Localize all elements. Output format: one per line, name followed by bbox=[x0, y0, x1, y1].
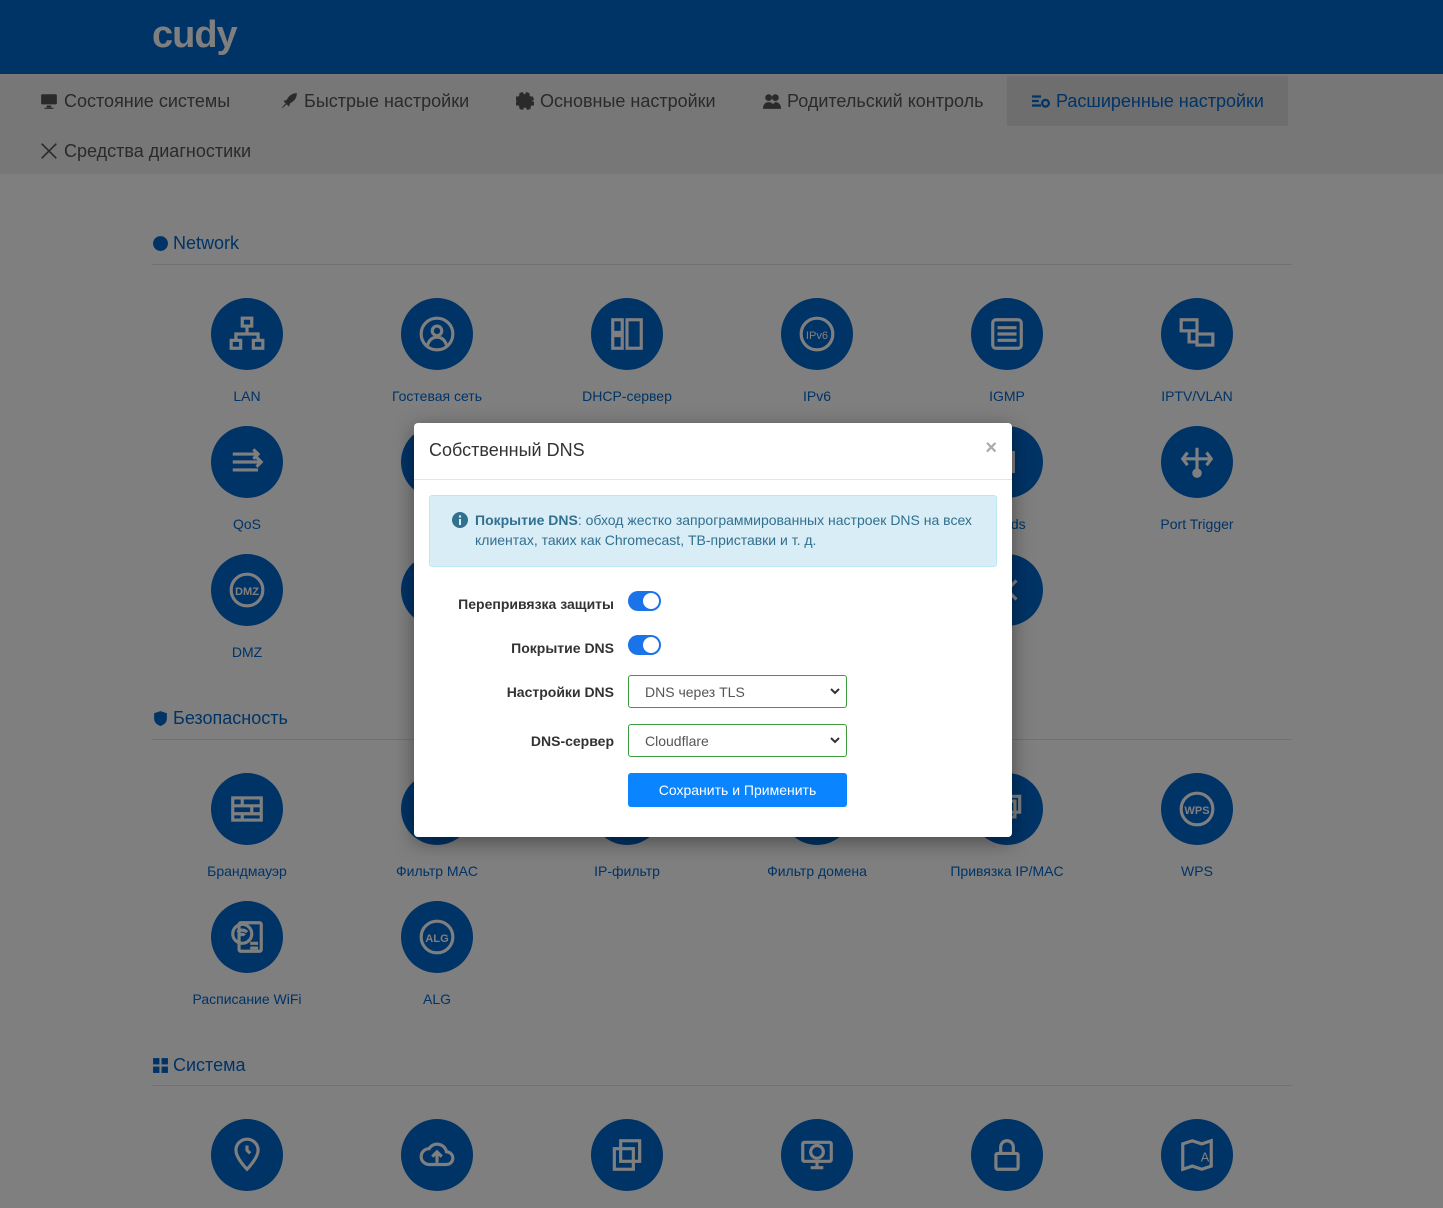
save-apply-button[interactable]: Сохранить и Применить bbox=[628, 773, 847, 807]
dns-server-label: DNS-сервер bbox=[530, 733, 614, 749]
info-alert: Покрытие DNS: обход жестко запрограммиро… bbox=[429, 495, 997, 567]
modal-divider bbox=[414, 479, 1012, 480]
rebind-protection-label: Перепривязка защиты bbox=[458, 596, 614, 612]
custom-dns-modal: Собственный DNS × Покрытие DNS: обход же… bbox=[414, 423, 1012, 837]
chevron-down-icon bbox=[830, 737, 840, 744]
chevron-down-icon bbox=[830, 688, 840, 695]
dns-settings-select[interactable]: DNS через TLS bbox=[628, 675, 847, 708]
dns-settings-label: Настройки DNS bbox=[506, 684, 614, 700]
close-icon[interactable]: × bbox=[985, 437, 997, 460]
info-line-1: Покрытие DNS: обход жестко запрограммиро… bbox=[475, 512, 972, 528]
dns-settings-value: DNS через TLS bbox=[645, 684, 745, 700]
dns-server-value: Cloudflare bbox=[645, 733, 709, 749]
info-line-2: клиентах, таких как Chromecast, ТВ-прист… bbox=[475, 532, 817, 548]
dns-cover-toggle[interactable] bbox=[628, 635, 661, 655]
rebind-protection-toggle[interactable] bbox=[628, 591, 661, 611]
modal-title: Собственный DNS bbox=[429, 440, 585, 460]
info-icon bbox=[452, 512, 468, 528]
info-bold: Покрытие DNS bbox=[475, 512, 578, 528]
dns-server-select[interactable]: Cloudflare bbox=[628, 724, 847, 757]
dns-cover-label: Покрытие DNS bbox=[511, 640, 614, 656]
